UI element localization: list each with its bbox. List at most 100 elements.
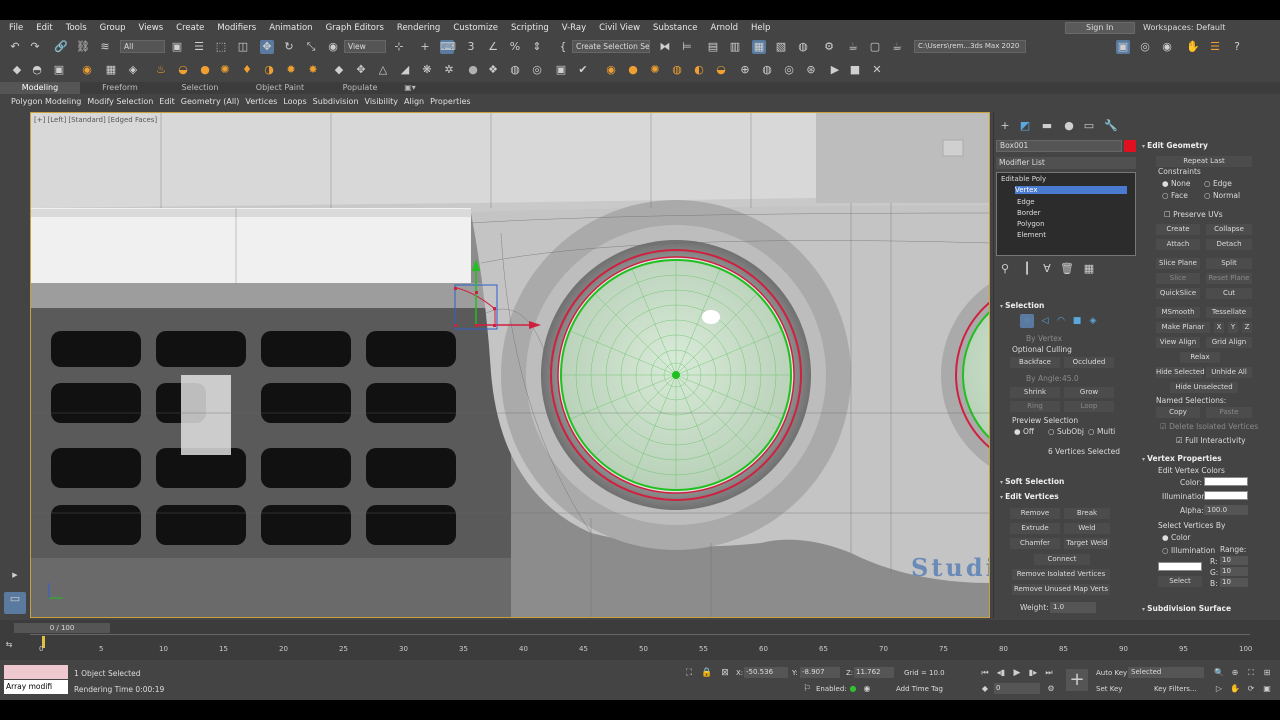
hierarchy-tab-icon[interactable]: ▬	[1040, 119, 1054, 133]
time-slider[interactable]: 0 / 100	[14, 623, 110, 633]
vray-fur-icon[interactable]: ✥	[354, 63, 368, 77]
ribbon-panel-geometry-all-[interactable]: Geometry (All)	[178, 97, 243, 106]
auto-key-button[interactable]: Auto Key	[1096, 669, 1127, 677]
occluded-checkbox[interactable]: Occluded	[1064, 357, 1114, 368]
remove-button[interactable]: Remove	[1010, 508, 1060, 519]
orbit-icon[interactable]: ⟳	[1244, 682, 1258, 696]
maximize-viewport-icon[interactable]: ▣	[1260, 682, 1274, 696]
maxscript-input[interactable]: Array modifi	[4, 680, 68, 694]
menu-file[interactable]: File	[4, 23, 31, 33]
next-frame-icon[interactable]: ▮▸	[1026, 666, 1040, 680]
percent-snap-icon[interactable]: %	[508, 40, 522, 54]
angle-snap-icon[interactable]: ∠	[486, 40, 500, 54]
help-icon[interactable]: ?	[1230, 40, 1244, 54]
by-vertex-checkbox[interactable]: By Vertex	[1026, 334, 1062, 343]
make-unique-icon[interactable]: ∀	[1040, 262, 1054, 276]
ring-button[interactable]: Ring	[1010, 401, 1060, 412]
connect-button[interactable]: Connect	[1034, 554, 1090, 565]
element-mode-icon[interactable]: ◈	[1086, 314, 1100, 328]
ribbon-panel-visibility[interactable]: Visibility	[362, 97, 402, 106]
stop-icon[interactable]: ■	[848, 63, 862, 77]
view-align-button[interactable]: View Align	[1156, 337, 1200, 348]
full-interactivity-checkbox[interactable]: ☑ Full Interactivity	[1176, 436, 1246, 445]
vertex-mode-icon[interactable]: ⁘	[1020, 314, 1034, 328]
slice-plane-button[interactable]: Slice Plane	[1156, 258, 1200, 269]
vray-clipper-icon[interactable]: ✲	[442, 63, 456, 77]
scale-icon[interactable]: ⤡	[304, 40, 318, 54]
time-tag-icon[interactable]: ⚐	[800, 682, 814, 696]
hide-unselected-button[interactable]: Hide Unselected	[1170, 382, 1238, 393]
menu-graph-editors[interactable]: Graph Editors	[321, 23, 392, 33]
workspaces-dropdown[interactable]: Workspaces: Default	[1143, 23, 1225, 32]
collapse-button[interactable]: Collapse	[1206, 224, 1252, 235]
reset-plane-button[interactable]: Reset Plane	[1206, 273, 1252, 284]
ribbon-panel-loops[interactable]: Loops	[280, 97, 309, 106]
light-sun-icon[interactable]: ✺	[218, 63, 232, 77]
y-coordinate-field[interactable]: -8.907	[800, 667, 840, 678]
rotate-icon[interactable]: ↻	[282, 40, 296, 54]
preview-multi-radio[interactable]: ○ Multi	[1088, 427, 1115, 436]
arnold-icon-6[interactable]: ◒	[714, 63, 728, 77]
align-icon[interactable]: ⊨	[680, 40, 694, 54]
arnold-icon-3[interactable]: ✺	[648, 63, 662, 77]
ribbon-panel-polygon-modeling[interactable]: Polygon Modeling	[8, 97, 84, 106]
select-by-name-icon[interactable]: ☰	[192, 40, 206, 54]
remove-modifier-icon[interactable]: 🗑	[1060, 262, 1074, 276]
planar-x-button[interactable]: X	[1214, 322, 1224, 333]
constraint-face-radio[interactable]: ○ Face	[1162, 191, 1188, 200]
tessellate-button[interactable]: Tessellate	[1206, 307, 1252, 318]
edit-geometry-rollout[interactable]: Edit Geometry	[1142, 141, 1208, 150]
repeat-last-button[interactable]: Repeat Last	[1156, 156, 1252, 167]
place-icon[interactable]: ◉	[326, 40, 340, 54]
remove-unused-map-button[interactable]: Remove Unused Map Verts	[1012, 584, 1110, 595]
undo-icon[interactable]: ↶	[8, 40, 22, 54]
vray-plane-icon[interactable]: △	[376, 63, 390, 77]
ribbon-options-icon[interactable]: ▣▾	[400, 82, 420, 94]
fov-icon[interactable]: ▷	[1212, 682, 1226, 696]
by-angle-spinner[interactable]: 45.0	[1062, 374, 1079, 383]
expand-arrow-icon[interactable]: ▶	[8, 568, 22, 582]
preview-subobj-radio[interactable]: ○ SubObj	[1048, 427, 1084, 436]
backface-checkbox[interactable]: Backface	[1010, 357, 1060, 368]
play-animation-icon[interactable]: ▶	[1010, 666, 1024, 680]
globe-icon-3[interactable]: ◎	[782, 63, 796, 77]
remove-isolated-button[interactable]: Remove Isolated Vertices	[1012, 569, 1110, 580]
project-folder-icon[interactable]: ▣	[1116, 40, 1130, 54]
arnold-icon-4[interactable]: ◍	[670, 63, 684, 77]
constraint-none-radio[interactable]: ● None	[1162, 179, 1191, 188]
isolate-icon[interactable]: ⛶	[682, 666, 696, 680]
range-r-spinner[interactable]: 10	[1220, 556, 1248, 565]
set-key-big-icon[interactable]: +	[1066, 669, 1088, 691]
schematic-view-icon[interactable]: ▧	[774, 40, 788, 54]
mirror-icon[interactable]: ⧓	[658, 40, 672, 54]
time-config-icon[interactable]: ⚙	[1044, 682, 1058, 696]
modify-tab-icon[interactable]: ◩	[1018, 119, 1032, 133]
range-g-spinner[interactable]: 10	[1220, 567, 1248, 576]
vray-proxy-icon[interactable]: ◆	[332, 63, 346, 77]
rect-selection-icon[interactable]: ⬚	[214, 40, 228, 54]
key-filters-button[interactable]: Key Filters...	[1148, 684, 1204, 695]
edge-mode-icon[interactable]: ◁	[1038, 314, 1052, 328]
weight-spinner[interactable]: 1.0	[1050, 602, 1096, 613]
enabled-indicator-icon[interactable]: ●	[846, 682, 860, 696]
menu-rendering[interactable]: Rendering	[392, 23, 448, 33]
vray-render-icon[interactable]: ◉	[80, 63, 94, 77]
extrude-button[interactable]: Extrude	[1010, 523, 1060, 534]
close-icon[interactable]: ✕	[870, 63, 884, 77]
zoom-extents-all-icon[interactable]: ⊞	[1260, 666, 1274, 680]
quickslice-button[interactable]: QuickSlice	[1156, 288, 1200, 299]
modifier-list-dropdown[interactable]: Modifier List	[996, 157, 1136, 169]
menu-substance[interactable]: Substance	[648, 23, 705, 33]
menu-group[interactable]: Group	[95, 23, 134, 33]
loop-button[interactable]: Loop	[1064, 401, 1114, 412]
cut-button[interactable]: Cut	[1206, 288, 1252, 299]
border-mode-icon[interactable]: ◠	[1054, 314, 1068, 328]
utilities-tab-icon[interactable]: 🔧	[1104, 119, 1118, 133]
list-icon[interactable]: ☰	[1208, 40, 1222, 54]
z-coordinate-field[interactable]: 11.762	[854, 667, 894, 678]
light-sphere-icon[interactable]: ●	[198, 63, 212, 77]
stack-item-vertex[interactable]: Vertex	[1015, 186, 1127, 194]
hide-selected-button[interactable]: Hide Selected	[1156, 367, 1205, 378]
texture-icon[interactable]: ▣	[554, 63, 568, 77]
globe-icon-2[interactable]: ◍	[760, 63, 774, 77]
